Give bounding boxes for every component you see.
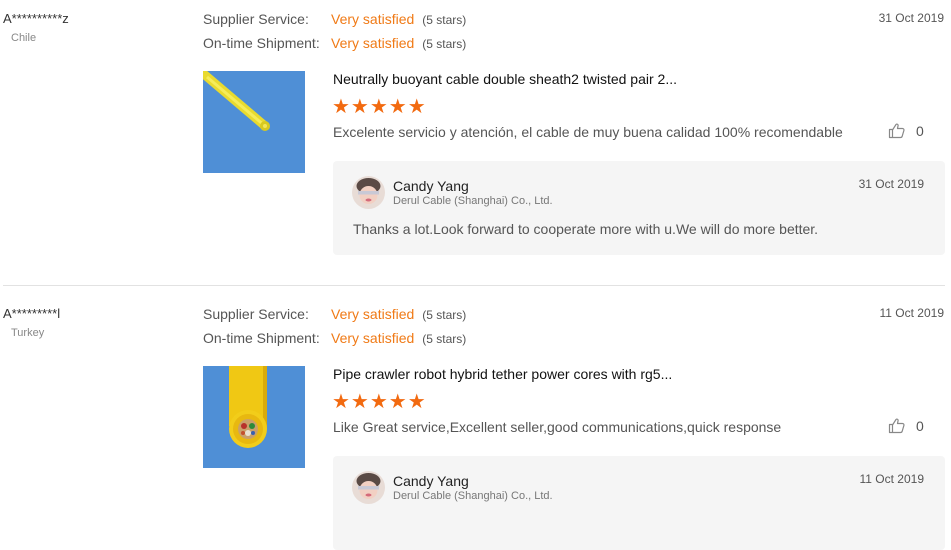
- shipment-rating: On-time Shipment: Very satisfied (5 stars): [203, 330, 466, 346]
- review-divider: [3, 285, 945, 286]
- product-title-link[interactable]: Neutrally buoyant cable double sheath2 t…: [333, 71, 677, 87]
- review-date: 31 Oct 2019: [878, 11, 944, 25]
- like-button[interactable]: 0: [888, 417, 924, 434]
- shipment-label: On-time Shipment:: [203, 330, 320, 346]
- review-date: 11 Oct 2019: [879, 306, 945, 320]
- seller-reply: Candy Yang Derul Cable (Shanghai) Co., L…: [333, 456, 945, 550]
- like-count: 0: [916, 122, 924, 139]
- reply-date: 11 Oct 2019: [859, 472, 925, 486]
- thumbs-up-icon: [888, 418, 905, 434]
- seller-reply: Candy Yang Derul Cable (Shanghai) Co., L…: [333, 161, 945, 255]
- supplier-service-stars: (5 stars): [422, 308, 467, 322]
- shipment-value: Very satisfied: [331, 330, 415, 346]
- buyer-country: Turkey: [11, 327, 45, 339]
- shipment-stars: (5 stars): [422, 332, 467, 346]
- seller-company: Derul Cable (Shanghai) Co., Ltd.: [393, 195, 553, 207]
- supplier-service-label: Supplier Service:: [203, 11, 309, 27]
- like-button[interactable]: 0: [888, 122, 924, 139]
- avatar: [352, 176, 385, 209]
- product-thumbnail[interactable]: [203, 71, 305, 173]
- supplier-service-rating: Supplier Service: Very satisfied (5 stars): [203, 11, 466, 27]
- shipment-stars: (5 stars): [422, 37, 467, 51]
- seller-company: Derul Cable (Shanghai) Co., Ltd.: [393, 490, 553, 502]
- supplier-service-stars: (5 stars): [422, 13, 467, 27]
- reply-text: Thanks a lot.Look forward to cooperate m…: [353, 221, 819, 237]
- supplier-service-value: Very satisfied: [331, 306, 415, 322]
- shipment-rating: On-time Shipment: Very satisfied (5 stars): [203, 35, 466, 51]
- supplier-service-value: Very satisfied: [331, 11, 415, 27]
- avatar: [352, 471, 385, 504]
- rating-stars: ★★★★★: [332, 391, 427, 413]
- supplier-service-rating: Supplier Service: Very satisfied (5 stars): [203, 306, 466, 322]
- like-count: 0: [916, 417, 924, 434]
- buyer-name: A**********z: [3, 11, 69, 26]
- buyer-name: A*********l: [3, 306, 61, 321]
- reply-date: 31 Oct 2019: [858, 177, 924, 191]
- product-thumbnail[interactable]: [203, 366, 305, 468]
- product-title-link[interactable]: Pipe crawler robot hybrid tether power c…: [333, 366, 672, 382]
- buyer-country: Chile: [11, 32, 37, 44]
- thumbs-up-icon: [888, 123, 905, 139]
- rating-stars: ★★★★★: [332, 96, 427, 118]
- shipment-value: Very satisfied: [331, 35, 415, 51]
- seller-name: Candy Yang: [393, 178, 469, 194]
- review-comment: Like Great service,Excellent seller,good…: [333, 419, 782, 435]
- supplier-service-label: Supplier Service:: [203, 306, 309, 322]
- seller-name: Candy Yang: [393, 473, 469, 489]
- review-comment: Excelente servicio y atención, el cable …: [333, 124, 843, 140]
- shipment-label: On-time Shipment:: [203, 35, 320, 51]
